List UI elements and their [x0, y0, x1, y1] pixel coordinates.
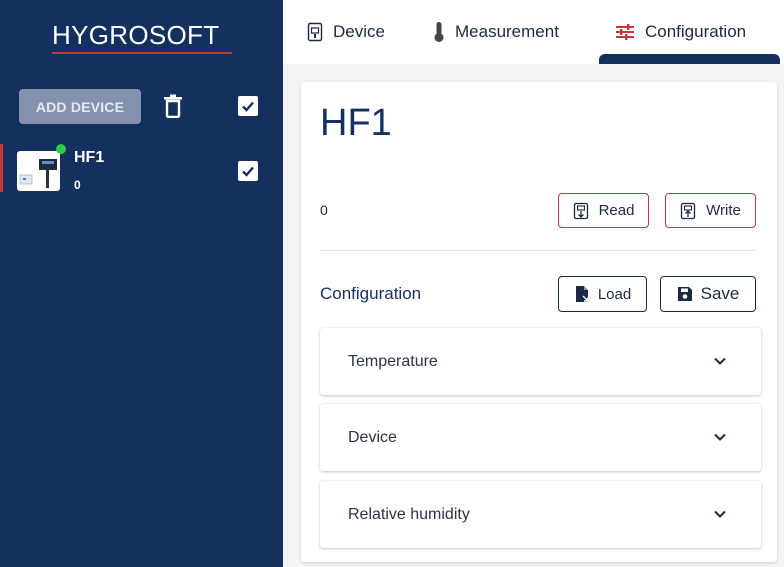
active-tab-indicator [599, 54, 780, 64]
tab-device[interactable]: Device [307, 0, 385, 64]
sidebar: HYGROSOFT ADD DEVICE HF1 0 [0, 0, 283, 567]
read-button[interactable]: Read [558, 193, 649, 228]
device-subtitle: 0 [74, 178, 81, 192]
device-config-card: HF1 0 Read Write Configuration Load Save… [301, 82, 777, 562]
accordion-label: Temperature [348, 352, 438, 370]
page-title: HF1 [320, 102, 392, 144]
write-button[interactable]: Write [665, 193, 756, 228]
tab-label: Configuration [645, 22, 747, 41]
write-label: Write [706, 202, 741, 219]
tab-label: Measurement [455, 22, 559, 41]
accordion-temperature[interactable]: Temperature [320, 328, 761, 395]
device-icon [307, 22, 323, 42]
app-logo: HYGROSOFT [52, 20, 220, 50]
floppy-save-icon [677, 287, 692, 301]
accordion-label: Relative humidity [348, 505, 470, 523]
sliders-icon [616, 24, 634, 40]
online-status-dot [56, 144, 66, 154]
device-thumbnail [17, 151, 60, 191]
device-value: 0 [320, 202, 328, 218]
tab-label: Device [333, 22, 385, 41]
accordion-label: Device [348, 428, 397, 446]
selected-marker [0, 144, 3, 192]
chevron-down-icon [714, 510, 726, 518]
add-device-button[interactable]: ADD DEVICE [19, 89, 141, 124]
trash-icon[interactable] [162, 94, 184, 119]
chevron-down-icon [714, 433, 726, 441]
device-write-icon [680, 202, 696, 219]
read-label: Read [598, 202, 635, 219]
checkmark-icon [242, 166, 254, 177]
device-checkbox[interactable] [238, 161, 258, 181]
tab-measurement[interactable]: Measurement [433, 0, 559, 64]
divider [320, 250, 756, 251]
thermometer-icon [434, 22, 444, 42]
configuration-heading: Configuration [320, 284, 422, 303]
save-button[interactable]: Save [660, 276, 756, 312]
accordion-relative-humidity[interactable]: Relative humidity [320, 481, 761, 548]
logo-underline [52, 52, 232, 54]
device-name: HF1 [74, 149, 105, 166]
file-load-icon [575, 286, 589, 302]
load-button[interactable]: Load [558, 276, 647, 312]
save-label: Save [700, 284, 740, 303]
chevron-down-icon [714, 357, 726, 365]
select-all-checkbox[interactable] [238, 96, 258, 116]
load-label: Load [597, 285, 632, 303]
checkmark-icon [242, 101, 254, 112]
accordion-device[interactable]: Device [320, 404, 761, 471]
device-read-icon [573, 202, 588, 219]
